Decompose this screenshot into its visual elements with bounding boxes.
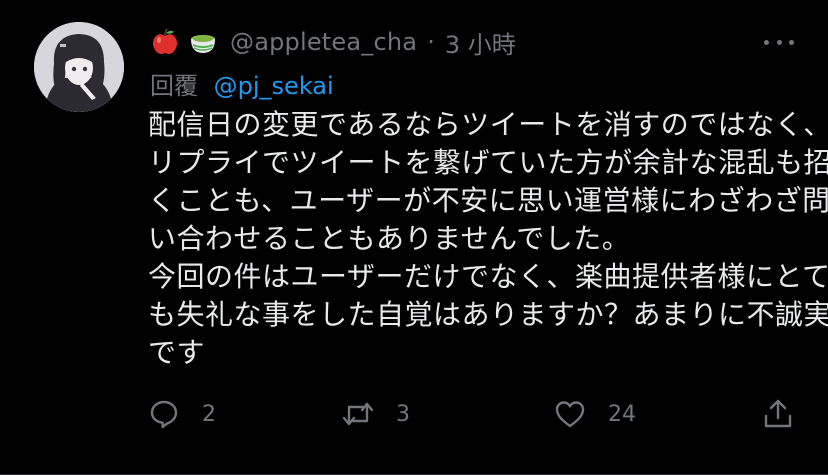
tweet-text-line: も失礼な事をした自覚はありますか？あまりに不誠実 bbox=[148, 298, 828, 331]
more-dot-3 bbox=[789, 39, 794, 45]
tweet-text-line: です bbox=[148, 336, 206, 369]
retweet-count: 3 bbox=[396, 401, 410, 427]
user-handle[interactable]: @appletea_cha bbox=[230, 28, 417, 56]
share-button[interactable] bbox=[762, 394, 794, 434]
like-count: 24 bbox=[608, 401, 636, 427]
like-button[interactable]: 24 bbox=[554, 394, 636, 434]
tweet-text: 配信日の変更であるならツイートを消すのではなく、 リプライでツイートを繋げていた… bbox=[148, 106, 828, 372]
heart-icon bbox=[555, 401, 585, 428]
more-dot-2 bbox=[776, 39, 782, 45]
tweet-text-line: リプライでツイートを繋げていた方が余計な混乱も招 bbox=[148, 146, 828, 179]
avatar-image-icon bbox=[34, 22, 124, 112]
reply-target-link[interactable]: @pj_sekai bbox=[214, 72, 334, 100]
retweet-icon bbox=[342, 402, 374, 426]
tweet-text-line: くことも、ユーザーが不安に思い運営様にわざわざ問 bbox=[148, 184, 828, 217]
reply-count: 2 bbox=[202, 401, 216, 427]
tweet-actions: 2 3 24 bbox=[148, 394, 798, 434]
more-dot-1 bbox=[764, 39, 769, 45]
tweet-text-line: 配信日の変更であるならツイートを消すのではなく、 bbox=[148, 108, 828, 141]
timestamp[interactable]: 3 小時 bbox=[445, 25, 516, 60]
separator-dot: · bbox=[427, 28, 435, 56]
apple-icon bbox=[150, 27, 180, 57]
reply-icon bbox=[150, 400, 178, 429]
retweet-button[interactable]: 3 bbox=[342, 394, 410, 434]
avatar[interactable] bbox=[34, 22, 124, 112]
tweet-text-line: い合わせることもありませんでした。 bbox=[148, 222, 631, 255]
green-tea-icon bbox=[188, 27, 218, 57]
tweet-text-line: 今回の件はユーザーだけでなく、楽曲提供者様にとて bbox=[148, 260, 828, 293]
replying-to: 回覆 @pj_sekai bbox=[150, 66, 334, 101]
tweet[interactable]: @appletea_cha · 3 小時 回覆 @pj_sekai 配信日の変更… bbox=[0, 0, 828, 475]
reply-button[interactable]: 2 bbox=[148, 394, 216, 434]
reply-label: 回覆 bbox=[150, 72, 198, 100]
share-icon bbox=[764, 399, 792, 428]
tweet-header: @appletea_cha · 3 小時 bbox=[150, 22, 516, 62]
more-options-icon[interactable] bbox=[764, 30, 794, 54]
